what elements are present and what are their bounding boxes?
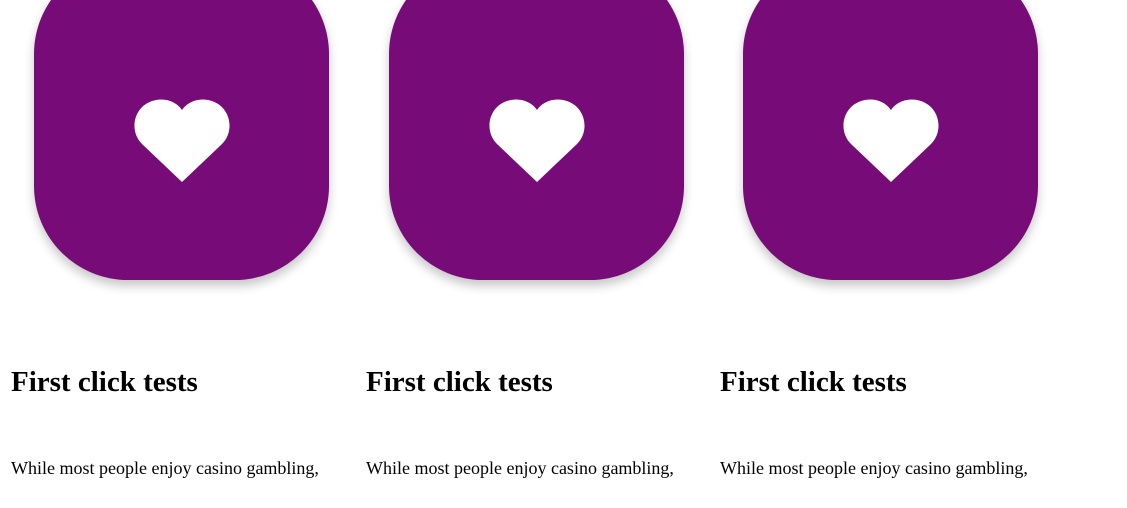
- feature-card: First click tests While most people enjo…: [709, 0, 1063, 508]
- feature-card: First click tests While most people enjo…: [355, 0, 709, 508]
- icon-tile-wrapper: [389, 0, 684, 280]
- card-description: While most people enjoy casino gambling,: [366, 458, 674, 478]
- card-title: First click tests: [720, 366, 907, 398]
- card-description: While most people enjoy casino gambling,: [11, 458, 319, 478]
- icon-tile-wrapper: [743, 0, 1038, 280]
- heart-icon: [134, 99, 230, 182]
- icon-tile-wrapper: [34, 0, 329, 280]
- card-title: First click tests: [11, 366, 198, 398]
- card-description: While most people enjoy casino gambling,: [720, 458, 1028, 478]
- feature-card: First click tests While most people enjo…: [0, 0, 354, 508]
- card-title: First click tests: [366, 366, 553, 398]
- heart-icon: [843, 99, 939, 182]
- heart-icon: [489, 99, 585, 182]
